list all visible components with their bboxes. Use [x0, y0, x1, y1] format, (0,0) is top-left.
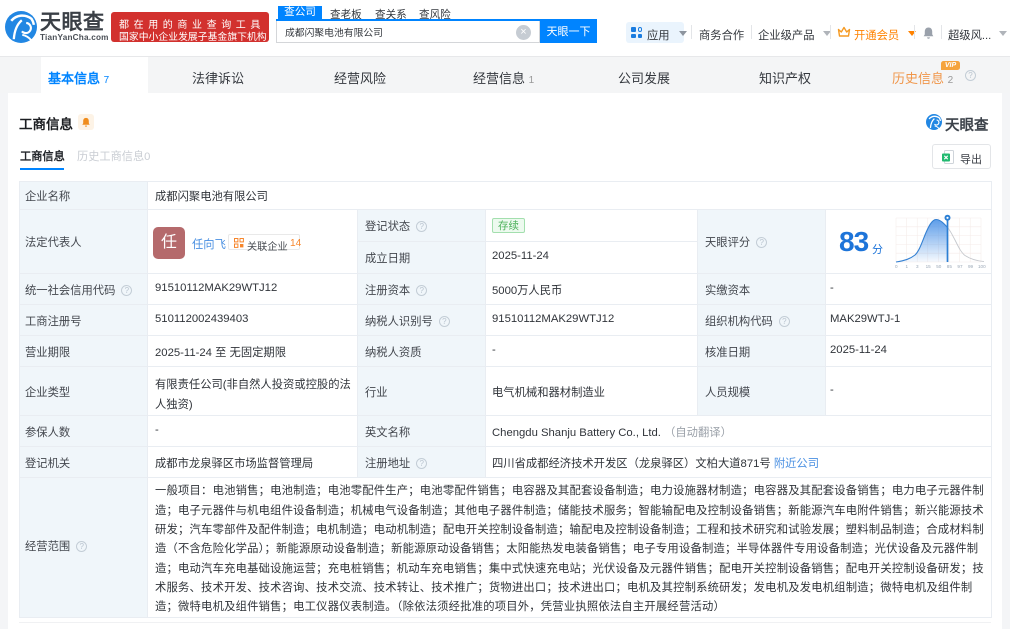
svg-text:99: 99	[968, 264, 974, 269]
svg-text:15: 15	[926, 264, 932, 269]
svg-text:50: 50	[936, 264, 942, 269]
svg-text:97: 97	[957, 264, 963, 269]
svg-text:0: 0	[895, 264, 898, 269]
svg-text:1: 1	[906, 264, 909, 269]
svg-text:85: 85	[947, 264, 953, 269]
svg-text:3: 3	[916, 264, 919, 269]
svg-text:100: 100	[978, 264, 986, 269]
